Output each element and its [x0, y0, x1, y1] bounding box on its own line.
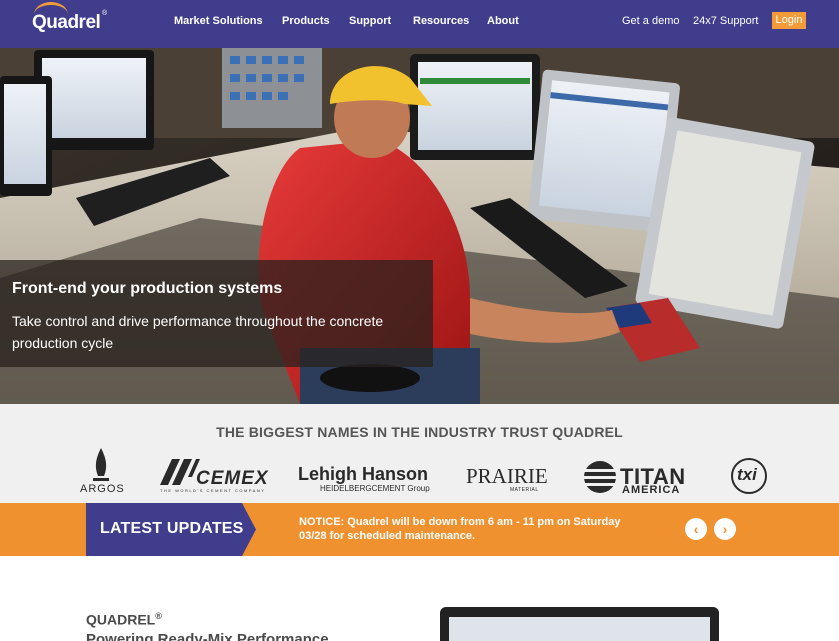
chevron-left-icon: ‹	[693, 521, 699, 537]
prairie-subtitle: MATERIAL	[510, 487, 539, 493]
lehigh-hanson-subtitle: HEIDELBERGCEMENT Group	[320, 484, 430, 493]
argos-flame-icon	[93, 448, 109, 481]
login-button[interactable]: Login	[772, 12, 806, 29]
argos-wordmark: ARGOS	[80, 483, 125, 495]
latest-updates-bar: LATEST UPDATES NOTICE: Quadrel will be d…	[0, 503, 839, 556]
intro-title-text: QUADREL	[86, 611, 156, 628]
hero-banner: Front-end your production systems Take c…	[0, 48, 839, 404]
nav-market-solutions[interactable]: Market Solutions	[174, 14, 263, 28]
top-navigation: Quadrel ® Market Solutions Products Supp…	[0, 0, 839, 48]
previous-update-button[interactable]: ‹	[685, 518, 707, 540]
lehigh-hanson-wordmark: Lehigh Hanson	[298, 464, 428, 484]
support-link[interactable]: 24x7 Support	[693, 14, 758, 28]
nav-support[interactable]: Support	[349, 14, 391, 28]
nav-resources[interactable]: Resources	[413, 14, 469, 28]
prairie-wordmark: PRAIRIE	[466, 464, 548, 488]
hero-title: Front-end your production systems	[12, 280, 283, 297]
nav-products[interactable]: Products	[282, 14, 330, 28]
product-screenshot-device	[440, 607, 719, 641]
txi-wordmark: txi	[737, 465, 757, 484]
intro-registered-mark: ®	[155, 611, 162, 621]
nav-about[interactable]: About	[487, 14, 519, 28]
intro-section: QUADREL® Powering Ready-Mix Performance	[0, 556, 839, 641]
intro-title: QUADREL®	[86, 611, 162, 628]
cemex-stripes-icon	[160, 459, 200, 485]
intro-subtitle: Powering Ready-Mix Performance	[86, 631, 329, 641]
hero-subtitle: Take control and drive performance throu…	[12, 313, 384, 351]
maintenance-notice[interactable]: NOTICE: Quadrel will be down from 6 am -…	[299, 515, 629, 543]
cemex-tagline: THE WORLD'S CEMENT COMPANY	[160, 488, 266, 493]
logo-text: Quadrel	[32, 12, 101, 33]
latest-updates-label: LATEST UPDATES	[100, 520, 244, 537]
product-screenshot	[449, 617, 710, 641]
titan-globe-icon	[584, 461, 616, 493]
next-update-button[interactable]: ›	[714, 518, 736, 540]
quadrel-logo[interactable]: Quadrel ®	[32, 2, 110, 38]
get-a-demo-link[interactable]: Get a demo	[622, 14, 679, 28]
chevron-right-icon: ›	[722, 521, 728, 537]
cemex-wordmark: CEMEX	[196, 468, 269, 489]
logo-registered-mark: ®	[102, 10, 108, 17]
titan-subtitle: AMERICA	[622, 484, 681, 496]
trusted-brands-section: THE BIGGEST NAMES IN THE INDUSTRY TRUST …	[0, 404, 839, 503]
trusted-brands-heading: THE BIGGEST NAMES IN THE INDUSTRY TRUST …	[216, 424, 623, 440]
